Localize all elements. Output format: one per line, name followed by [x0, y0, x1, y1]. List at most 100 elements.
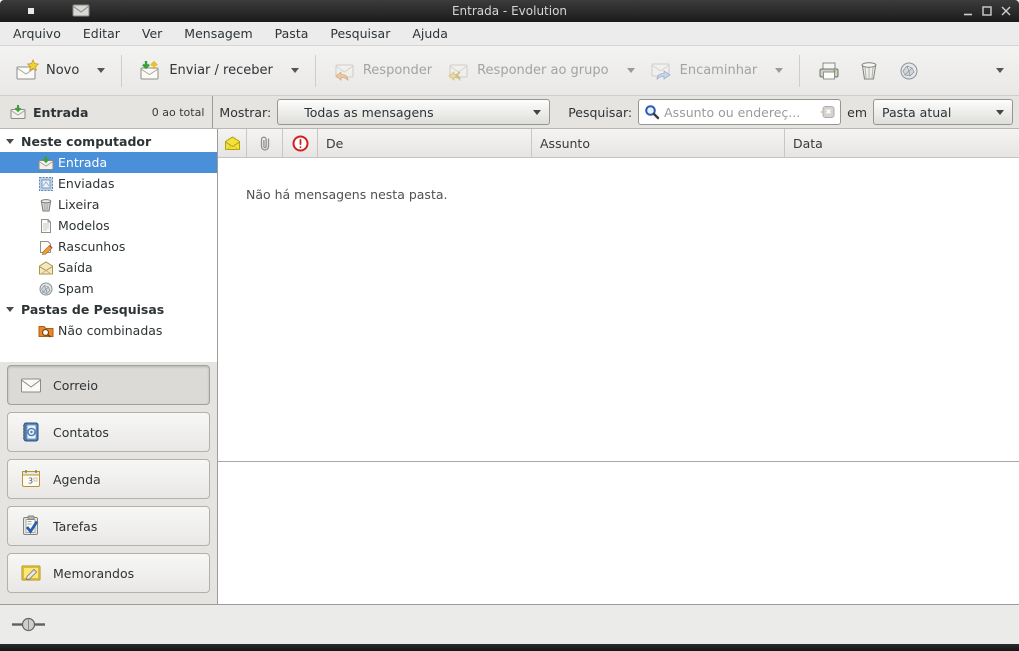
forward-button[interactable]: Encaminhar	[642, 53, 765, 89]
column-from[interactable]: De	[318, 129, 532, 157]
show-filter-value: Todas as mensagens	[304, 105, 433, 120]
window-bottom-edge	[0, 644, 1019, 651]
close-icon[interactable]	[999, 4, 1013, 18]
folder-tree: Neste computador Entrada Enviadas Lixeir…	[0, 129, 217, 362]
reply-label: Responder	[363, 63, 432, 78]
column-subject[interactable]: Assunto	[532, 129, 785, 157]
toolbar-overflow-dropdown[interactable]	[985, 62, 1011, 79]
forward-label: Encaminhar	[680, 63, 758, 78]
message-count: 0 ao total	[152, 106, 205, 119]
search-input[interactable]	[664, 105, 816, 120]
menu-editar[interactable]: Editar	[72, 22, 131, 45]
priority-column-icon	[292, 135, 309, 152]
delete-button[interactable]	[849, 53, 889, 89]
evolution-window: Entrada - Evolution Arquivo Editar Ver M…	[0, 0, 1019, 651]
app-envelope-icon	[72, 4, 90, 17]
sidebar-item-entrada[interactable]: Entrada	[0, 152, 217, 173]
reply-all-button[interactable]: Responder ao grupo	[439, 53, 616, 89]
junk-button[interactable]	[889, 53, 929, 89]
filter-search-bar: Mostrar: Todas as mensagens Pesquisar: e…	[213, 96, 1019, 128]
new-button[interactable]: Novo	[8, 53, 86, 89]
switcher-tarefas[interactable]: Tarefas	[7, 506, 210, 546]
show-filter-dropdown[interactable]: Todas as mensagens	[277, 99, 550, 125]
toolbar: Novo Enviar / receber Responder Responde…	[0, 46, 1019, 96]
sidebar-item-enviadas[interactable]: Enviadas	[0, 173, 217, 194]
outbox-icon	[38, 260, 54, 276]
reply-button[interactable]: Responder	[325, 53, 439, 89]
menu-arquivo[interactable]: Arquivo	[2, 22, 72, 45]
forward-dropdown[interactable]	[764, 62, 790, 79]
column-status[interactable]	[218, 129, 247, 157]
new-dropdown[interactable]	[86, 62, 112, 79]
folder-header: Entrada 0 ao total	[0, 96, 213, 128]
attachment-column-icon	[258, 135, 272, 152]
send-receive-dropdown[interactable]	[280, 62, 306, 79]
trash-icon	[857, 59, 881, 83]
tree-group-pastas-de-pesquisas[interactable]: Pastas de Pesquisas	[0, 299, 217, 320]
menu-pasta[interactable]: Pasta	[264, 22, 320, 45]
svg-text:3: 3	[28, 477, 33, 486]
calendar-icon: 3	[20, 468, 42, 490]
menu-ver[interactable]: Ver	[131, 22, 173, 45]
sidebar-item-saida[interactable]: Saída	[0, 257, 217, 278]
print-button[interactable]	[809, 53, 849, 89]
printer-icon	[817, 59, 841, 83]
clear-search-icon[interactable]	[820, 106, 835, 118]
column-attachment[interactable]	[247, 129, 283, 157]
reply-icon	[332, 59, 356, 83]
toolbar-separator	[121, 55, 122, 87]
search-scope-dropdown[interactable]: Pasta atual	[873, 99, 1013, 125]
titlebar[interactable]: Entrada - Evolution	[0, 0, 1019, 22]
inbox-icon	[38, 155, 54, 171]
statusbar	[0, 604, 1019, 644]
switcher-contatos[interactable]: Contatos	[7, 412, 210, 452]
toolbar-separator	[315, 55, 316, 87]
show-label: Mostrar:	[219, 105, 271, 120]
search-icon[interactable]	[644, 104, 660, 120]
search-box	[638, 99, 841, 125]
send-receive-icon	[138, 59, 162, 83]
tasks-icon	[20, 515, 42, 537]
flag-column-icon	[224, 136, 241, 151]
switcher-memorandos[interactable]: Memorandos	[7, 553, 210, 593]
online-status-plug-icon[interactable]	[12, 617, 46, 632]
search-folder-icon	[38, 323, 54, 339]
sidebar-item-rascunhos[interactable]: Rascunhos	[0, 236, 217, 257]
expander-triangle-icon[interactable]	[6, 307, 14, 312]
junk-folder-icon	[38, 281, 54, 297]
menu-mensagem[interactable]: Mensagem	[173, 22, 263, 45]
column-priority[interactable]	[283, 129, 318, 157]
column-date[interactable]: Data	[785, 129, 1019, 157]
search-scope-value: Pasta atual	[882, 105, 951, 120]
new-button-label: Novo	[46, 63, 79, 78]
sidebar-item-nao-combinadas[interactable]: Não combinadas	[0, 320, 217, 341]
switcher-correio[interactable]: Correio	[7, 365, 210, 405]
contacts-icon	[20, 421, 42, 443]
inbox-icon	[10, 104, 26, 120]
sidebar-item-lixeira[interactable]: Lixeira	[0, 194, 217, 215]
drafts-icon	[38, 239, 54, 255]
menu-ajuda[interactable]: Ajuda	[401, 22, 459, 45]
empty-folder-message: Não há mensagens nesta pasta.	[246, 187, 447, 202]
switcher-agenda[interactable]: 3 Agenda	[7, 459, 210, 499]
sidebar: Neste computador Entrada Enviadas Lixeir…	[0, 129, 218, 604]
preview-pane	[218, 462, 1019, 604]
menubar: Arquivo Editar Ver Mensagem Pasta Pesqui…	[0, 22, 1019, 46]
templates-icon	[38, 218, 54, 234]
forward-icon	[649, 59, 673, 83]
in-label: em	[847, 105, 867, 120]
tree-group-neste-computador[interactable]: Neste computador	[0, 131, 217, 152]
sidebar-item-spam[interactable]: Spam	[0, 278, 217, 299]
mail-icon	[20, 374, 42, 396]
minimize-icon[interactable]	[961, 4, 975, 18]
expander-triangle-icon[interactable]	[6, 139, 14, 144]
maximize-icon[interactable]	[980, 4, 994, 18]
chevron-down-icon	[533, 110, 541, 115]
menu-pesquisar[interactable]: Pesquisar	[319, 22, 401, 45]
sidebar-item-modelos[interactable]: Modelos	[0, 215, 217, 236]
trash-icon	[38, 197, 54, 213]
send-receive-button[interactable]: Enviar / receber	[131, 53, 280, 89]
message-list-header: De Assunto Data	[218, 129, 1019, 158]
reply-all-dropdown[interactable]	[616, 62, 642, 79]
reply-all-icon	[446, 59, 470, 83]
